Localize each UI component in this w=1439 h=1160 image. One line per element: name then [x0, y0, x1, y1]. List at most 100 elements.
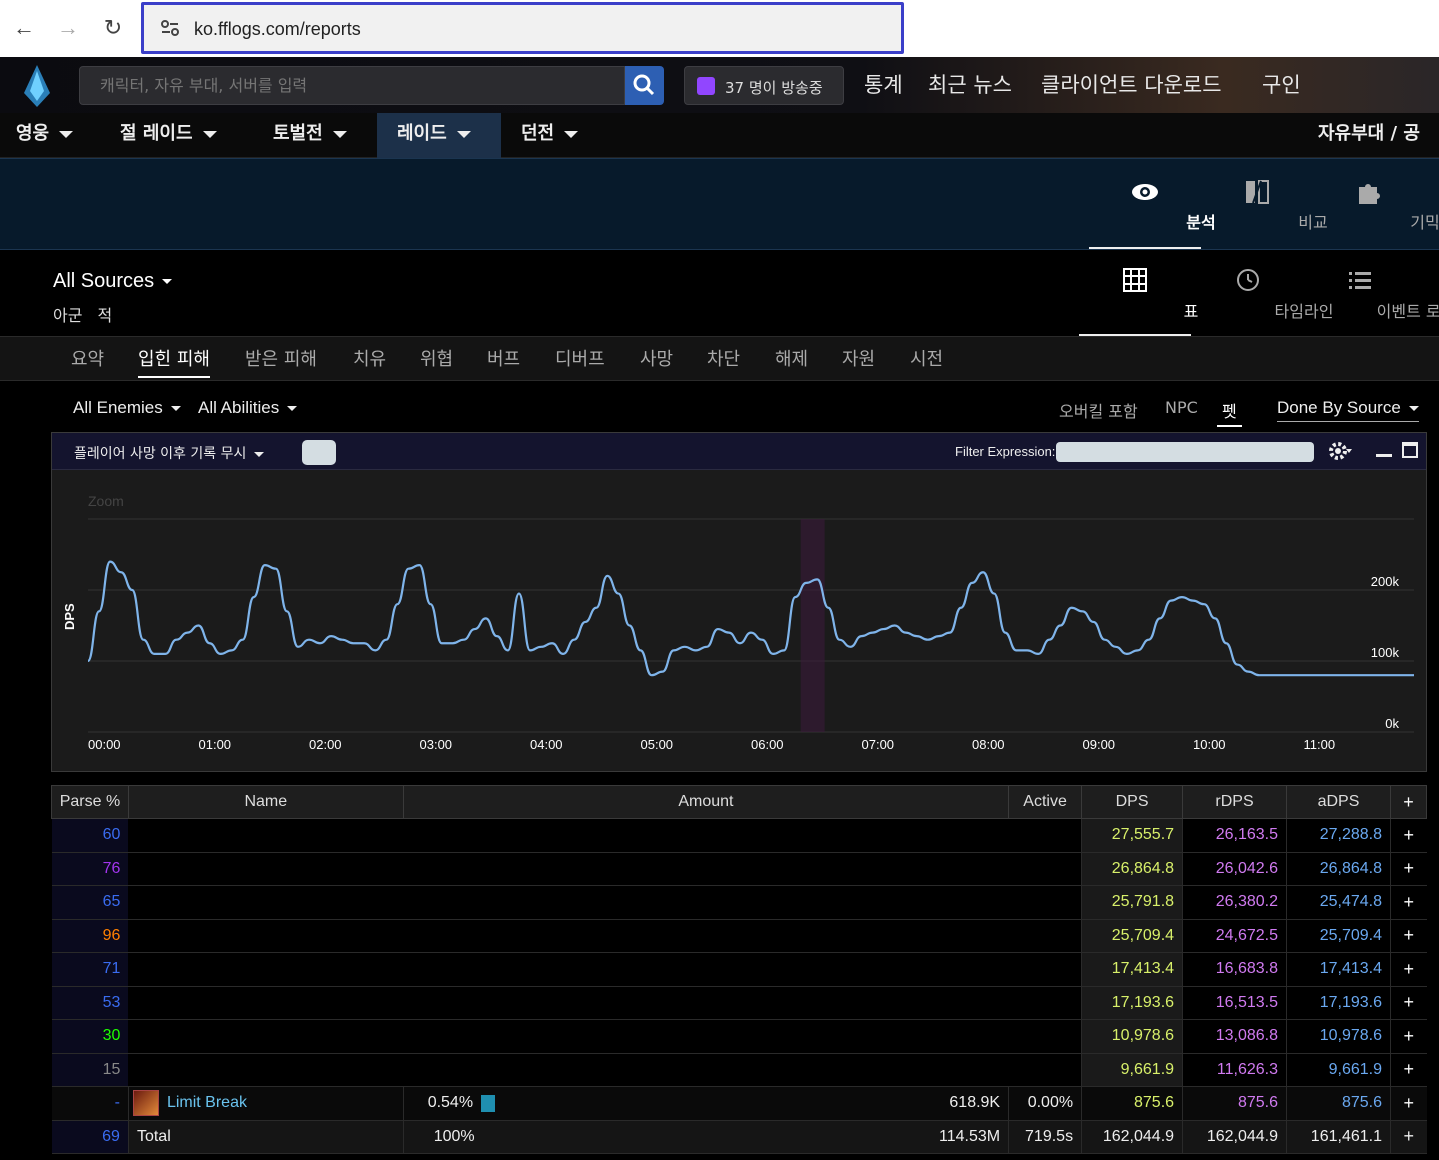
subtab-damage-done[interactable]: 입힌 피해 [138, 345, 210, 378]
menu-ultimate[interactable]: 절 레이드 [104, 113, 254, 158]
fflogs-logo-icon[interactable] [22, 65, 52, 107]
npc-toggle[interactable]: NPC [1165, 398, 1198, 417]
search-box[interactable] [79, 66, 625, 105]
expand-row-button[interactable]: + [1389, 852, 1427, 886]
done-by-dropdown[interactable]: Done By Source [1277, 398, 1419, 422]
table-row[interactable]: 30 10,978.6 13,086.8 10,978.6 + [51, 1019, 1427, 1054]
dps-cell: 25,791.8 [1081, 885, 1183, 920]
search-button[interactable] [625, 66, 664, 105]
col-adps[interactable]: aDPS [1286, 785, 1391, 819]
subtab-interrupts[interactable]: 차단 [707, 345, 740, 371]
nav-news[interactable]: 최근 뉴스 [928, 69, 1012, 99]
gear-icon[interactable] [1328, 440, 1352, 462]
col-name[interactable]: Name [127, 785, 404, 819]
limit-break-row[interactable]: - Limit Break 0.54% 618.9K 0.00% 875.6 875.6 87… [51, 1086, 1427, 1121]
tab-compare[interactable]: 비교 [1201, 159, 1328, 249]
menu-dungeons[interactable]: 던전 [505, 113, 605, 158]
maximize-icon[interactable] [1402, 442, 1418, 458]
list-icon [1349, 272, 1371, 289]
subtab-casts[interactable]: 시전 [910, 345, 943, 371]
back-icon[interactable]: ← [10, 14, 38, 42]
expand-row-button[interactable]: + [1389, 919, 1427, 953]
report-tools-band: 분석 비교 기믹 [0, 158, 1439, 250]
twitch-streams-button[interactable]: 37 명이 방송중 [684, 66, 844, 105]
menu-extreme[interactable]: 영웅 [0, 113, 101, 158]
rdps-cell: 162,044.9 [1182, 1119, 1287, 1154]
tab-analyze[interactable]: 분석 [1089, 159, 1216, 249]
reload-icon[interactable]: ↻ [99, 14, 127, 42]
adps-cell: 17,413.4 [1286, 952, 1391, 987]
sources-dropdown[interactable]: All Sources [53, 270, 173, 293]
table-row[interactable]: 65 25,791.8 26,380.2 25,474.8 + [51, 885, 1427, 920]
table-row[interactable]: 15 9,661.9 11,626.3 9,661.9 + [51, 1053, 1427, 1087]
address-bar[interactable]: ko.fflogs.com/reports [141, 2, 904, 54]
subtab-resources[interactable]: 자원 [842, 345, 875, 371]
expand-row-button[interactable]: + [1389, 986, 1427, 1020]
subtab-debuffs[interactable]: 디버프 [555, 345, 605, 371]
filter-expression-input[interactable] [1056, 442, 1314, 462]
dps-line-chart[interactable]: Zoom 0k 100k 200k 00:00 01:00 02:00 03:00 04:0… [52, 470, 1426, 771]
subtab-dispels[interactable]: 해제 [775, 345, 808, 371]
rdps-cell: 16,513.5 [1182, 986, 1287, 1020]
expand-row-button[interactable]: + [1389, 1019, 1427, 1054]
sources-side-filter[interactable]: 아군 적 [53, 302, 112, 326]
chevron-down-icon [202, 130, 217, 138]
expand-row-button[interactable]: + [1389, 1119, 1427, 1154]
minimize-icon[interactable] [1376, 454, 1392, 457]
adps-cell: 9,661.9 [1286, 1053, 1391, 1087]
y-axis-label: DPS [62, 603, 77, 630]
abilities-filter-label: All Abilities [198, 398, 280, 417]
subtab-damage-taken[interactable]: 받은 피해 [245, 345, 317, 371]
subtab-buffs[interactable]: 버프 [487, 345, 520, 371]
nav-stats[interactable]: 통계 [864, 69, 903, 99]
menu-free-company[interactable]: 자유부대 / 공 [1302, 113, 1439, 158]
col-parse[interactable]: Parse % [51, 785, 129, 819]
expand-row-button[interactable]: + [1389, 818, 1427, 853]
abilities-filter[interactable]: All Abilities [198, 398, 298, 418]
menu-raids[interactable]: 레이드 [377, 113, 501, 158]
view-events[interactable]: 이벤트 로그 [1304, 250, 1439, 336]
eye-icon [1132, 184, 1158, 200]
table-row[interactable]: 96 25,709.4 24,672.5 25,709.4 + [51, 919, 1427, 953]
ignore-after-death-dropdown[interactable]: 플레이어 사망 이후 기록 무시 [74, 443, 265, 463]
site-settings-icon[interactable] [160, 19, 180, 37]
subtab-summary[interactable]: 요약 [71, 345, 104, 371]
col-rdps[interactable]: rDPS [1182, 785, 1288, 819]
view-timeline[interactable]: 타임라인 [1192, 250, 1333, 336]
subtab-deaths[interactable]: 사망 [640, 345, 673, 371]
table-row[interactable]: 76 26,864.8 26,042.6 26,864.8 + [51, 852, 1427, 886]
pet-toggle[interactable]: 펫 [1217, 398, 1242, 427]
subtab-healing[interactable]: 치유 [353, 345, 386, 371]
amount-value: 114.53M [939, 1127, 1001, 1145]
table-row[interactable]: 60 27,555.7 26,163.5 27,288.8 + [51, 818, 1427, 853]
limit-break-name[interactable]: Limit Break [167, 1094, 247, 1111]
expand-row-button[interactable]: + [1389, 1086, 1427, 1121]
search-input[interactable] [80, 67, 624, 104]
subtab-threat[interactable]: 위협 [420, 345, 453, 371]
overkill-toggle[interactable]: 오버킬 포함 [1059, 398, 1138, 422]
rdps-cell: 26,163.5 [1182, 818, 1287, 853]
expand-row-button[interactable]: + [1389, 1053, 1427, 1087]
adps-cell: 25,709.4 [1286, 919, 1391, 953]
browser-toolbar: ← → ↻ ko.fflogs.com/reports [0, 0, 1439, 57]
nav-recruit[interactable]: 구인 [1262, 69, 1301, 99]
forward-icon[interactable]: → [54, 14, 82, 42]
twitch-count: 37 명이 방송중 [725, 79, 823, 97]
enemies-filter[interactable]: All Enemies [73, 398, 181, 418]
expand-row-button[interactable]: + [1389, 885, 1427, 920]
tab-mechanics[interactable]: 기믹 [1313, 159, 1439, 249]
col-dps[interactable]: DPS [1081, 785, 1184, 819]
ignore-toggle[interactable] [302, 440, 336, 465]
col-amount[interactable]: Amount [402, 785, 1010, 819]
col-active[interactable]: Active [1008, 785, 1083, 819]
compare-icon [1246, 180, 1269, 204]
col-add[interactable]: + [1389, 785, 1428, 819]
dps-cell: 27,555.7 [1081, 818, 1183, 853]
table-row[interactable]: 53 17,193.6 16,513.5 17,193.6 + [51, 986, 1427, 1020]
menu-trials[interactable]: 토벌전 [257, 113, 377, 158]
nav-client-download[interactable]: 클라이언트 다운로드 [1041, 69, 1222, 99]
expand-row-button[interactable]: + [1389, 952, 1427, 987]
table-row[interactable]: 71 17,413.4 16,683.8 17,413.4 + [51, 952, 1427, 987]
view-table[interactable]: 표 [1079, 250, 1198, 336]
rdps-cell: 16,683.8 [1182, 952, 1287, 987]
